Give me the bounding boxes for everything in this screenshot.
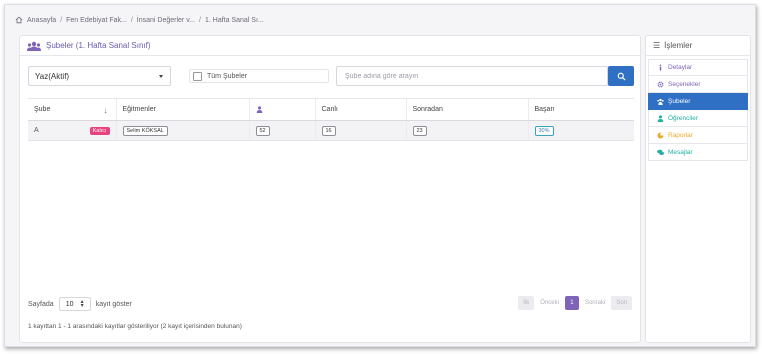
column-instructors-label: Eğitmenler xyxy=(122,106,156,113)
breadcrumb-item-class[interactable]: 1. Hafta Sanal Sı... xyxy=(205,17,264,24)
app-frame: Anasayfa / Fen Edebiyat Fak... / İnsani … xyxy=(4,4,756,347)
page-size-label: Sayfada xyxy=(28,300,54,308)
table-header-row: Şube ↓ Eğitmenler Canlı Sonradan Başarı xyxy=(28,98,634,121)
filter-controls: Yaz(Aktif) Tüm Şubeler xyxy=(20,66,640,86)
cell-branch: A Kalıcı xyxy=(28,120,116,141)
breadcrumb-separator: / xyxy=(60,16,63,24)
students-count[interactable]: 52 xyxy=(255,125,270,136)
all-branches-toggle[interactable]: Tüm Şubeler xyxy=(189,69,329,83)
column-later-label: Sonradan xyxy=(412,106,443,113)
page-size-value: 10 xyxy=(65,300,74,308)
panel-header: Şubeler (1. Hafta Sanal Sınıf) xyxy=(20,36,640,56)
actions-sidebar: ☰ İşlemler Detaylar Seçenekler Şubeler Ö… xyxy=(645,35,751,343)
branch-search-input[interactable] xyxy=(336,66,608,86)
term-select[interactable]: Yaz(Aktif) xyxy=(28,66,171,86)
sidebar-title: İşlemler xyxy=(664,41,693,50)
breadcrumb-separator: / xyxy=(130,16,133,24)
success-rate[interactable]: 30% xyxy=(534,125,554,136)
cell-instructor: Selim KÖKSAL xyxy=(115,120,249,141)
page-size-control: Sayfada 10 ▴ ▾ kayıt göster xyxy=(28,297,132,311)
sidebar-item-label: Şubeler xyxy=(668,97,691,105)
all-branches-label: Tüm Şubeler xyxy=(207,72,248,80)
sidebar-item-branches[interactable]: Şubeler xyxy=(648,93,748,110)
breadcrumb-item-home[interactable]: Anasayfa xyxy=(27,17,56,24)
page-size-select[interactable]: 10 ▴ ▾ xyxy=(58,297,91,311)
column-success[interactable]: Başarı xyxy=(527,98,634,121)
users-icon xyxy=(657,98,664,105)
next-page-button[interactable]: Sonraki xyxy=(585,300,605,306)
cell-success: 30% xyxy=(527,120,634,141)
cell-later: 23 xyxy=(405,120,528,141)
sidebar-item-label: Detaylar xyxy=(668,64,693,71)
search-icon xyxy=(617,72,626,81)
sidebar-list: Detaylar Seçenekler Şubeler Öğrenciler R… xyxy=(648,59,748,161)
sidebar-header: ☰ İşlemler xyxy=(646,36,750,56)
sidebar-item-messages[interactable]: Mesajlar xyxy=(648,144,748,161)
user-icon xyxy=(657,114,664,122)
list-icon: ☰ xyxy=(653,41,661,50)
comments-icon xyxy=(657,149,664,156)
column-branch[interactable]: Şube ↓ xyxy=(28,98,116,121)
sidebar-item-label: Raporlar xyxy=(668,131,693,139)
updown-icon: ▴ ▾ xyxy=(80,299,84,309)
sidebar-item-reports[interactable]: Raporlar xyxy=(648,127,748,144)
status-badge: Kalıcı xyxy=(89,127,110,135)
breadcrumb: Anasayfa / Fen Edebiyat Fak... / İnsani … xyxy=(15,14,264,26)
caret-down-icon xyxy=(159,75,163,78)
gear-icon xyxy=(657,81,664,88)
first-page-button[interactable]: İlk xyxy=(518,296,535,310)
breadcrumb-item-course[interactable]: İnsani Değerler v... xyxy=(137,17,195,24)
cell-students: 52 xyxy=(248,120,315,141)
sidebar-item-label: Seçenekler xyxy=(668,80,701,88)
all-branches-checkbox[interactable] xyxy=(193,71,202,81)
pagination: İlk Önceki 1 Sonraki Son xyxy=(518,296,632,310)
column-branch-label: Şube xyxy=(34,106,51,113)
person-icon xyxy=(256,106,315,113)
panel-title: Şubeler (1. Hafta Sanal Sınıf) xyxy=(46,41,151,50)
sidebar-item-students[interactable]: Öğrenciler xyxy=(648,110,748,127)
sidebar-item-label: Öğrenciler xyxy=(668,114,698,122)
last-page-button[interactable]: Son xyxy=(611,296,632,310)
current-page-button[interactable]: 1 xyxy=(564,296,579,310)
users-icon xyxy=(27,41,41,51)
table-row[interactable]: A Kalıcı Selim KÖKSAL 52 16 23 30% xyxy=(28,120,634,141)
info-icon xyxy=(657,64,664,71)
column-success-label: Başarı xyxy=(534,106,555,113)
column-live[interactable]: Canlı xyxy=(314,98,406,121)
column-later[interactable]: Sonradan xyxy=(405,98,528,121)
branch-name: A xyxy=(34,127,39,134)
search-button[interactable] xyxy=(608,66,634,86)
breadcrumb-item-faculty[interactable]: Fen Edebiyat Fak... xyxy=(66,17,127,24)
pie-icon xyxy=(657,132,664,139)
sort-down-icon[interactable]: ↓ xyxy=(104,106,108,115)
sidebar-item-options[interactable]: Seçenekler xyxy=(648,76,748,93)
cell-live: 16 xyxy=(314,120,406,141)
live-count[interactable]: 16 xyxy=(321,125,336,136)
page-size-suffix: kayıt göster xyxy=(95,300,132,308)
prev-page-button[interactable]: Önceki xyxy=(540,300,559,306)
breadcrumb-separator: / xyxy=(199,16,201,24)
home-icon[interactable] xyxy=(15,16,23,24)
column-students[interactable] xyxy=(248,98,315,121)
column-live-label: Canlı xyxy=(321,106,338,113)
column-instructors[interactable]: Eğitmenler xyxy=(115,98,249,121)
instructor-tag[interactable]: Selim KÖKSAL xyxy=(122,125,168,136)
sidebar-item-label: Mesajlar xyxy=(668,148,693,156)
branches-table: Şube ↓ Eğitmenler Canlı Sonradan Başarı … xyxy=(28,98,634,141)
term-select-value: Yaz(Aktif) xyxy=(35,71,70,81)
records-summary: 1 kayıttan 1 - 1 arasındaki kayıtlar gös… xyxy=(28,323,242,330)
sidebar-item-details[interactable]: Detaylar xyxy=(648,59,748,76)
branches-panel: Şubeler (1. Hafta Sanal Sınıf) Yaz(Aktif… xyxy=(19,35,641,343)
later-count[interactable]: 23 xyxy=(412,125,427,136)
